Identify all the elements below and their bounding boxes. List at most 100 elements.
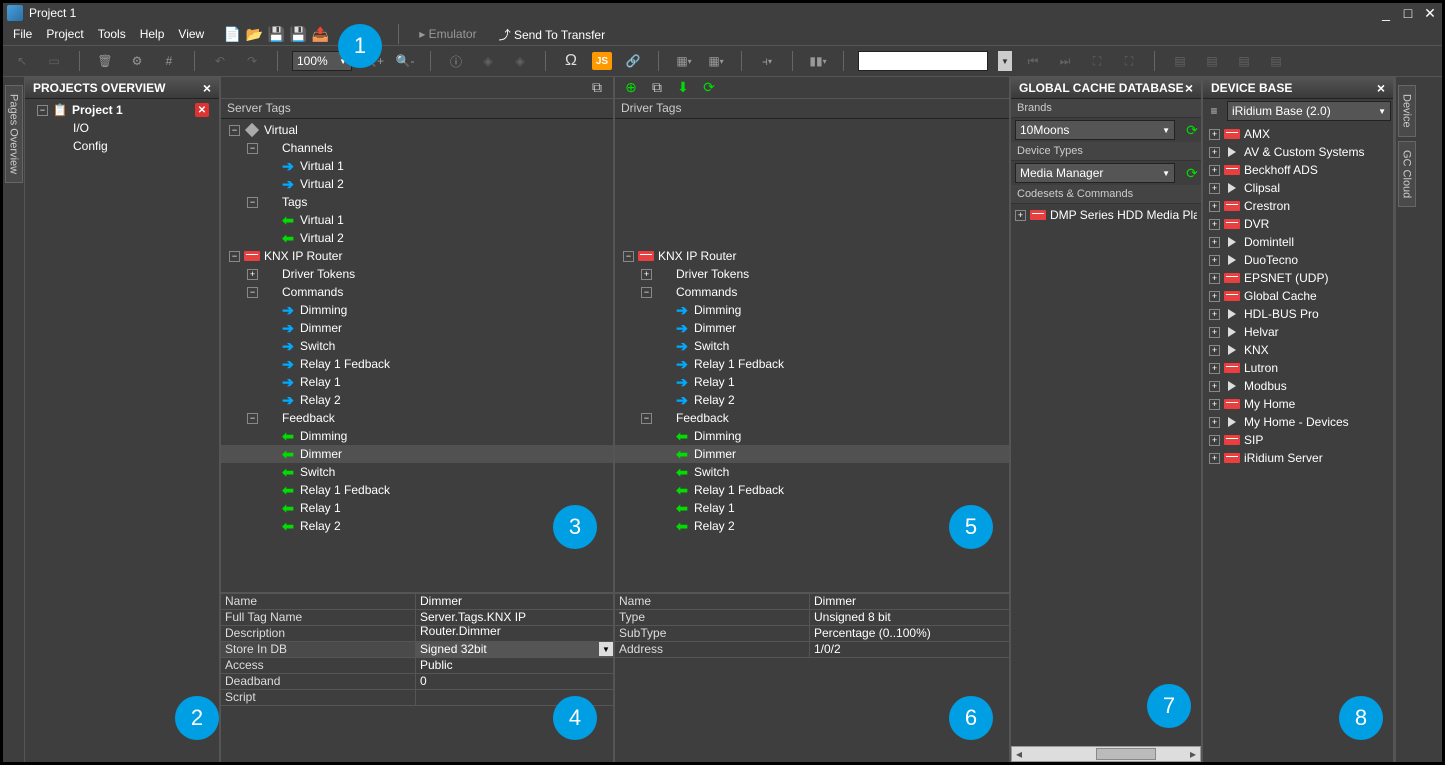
tree-item[interactable]: − Commands	[221, 283, 613, 301]
expand-icon[interactable]: +	[1209, 309, 1220, 320]
tree-item[interactable]: ⬅ Dimming	[615, 427, 1009, 445]
property-row[interactable]: Access Public	[221, 658, 613, 674]
tree-item[interactable]: ➔ Relay 2	[221, 391, 613, 409]
copy-icon[interactable]: ⧉	[647, 78, 667, 98]
tree-item[interactable]: − Commands	[615, 283, 1009, 301]
trash-icon[interactable]: 🗑	[94, 50, 116, 72]
project-remove-icon[interactable]: ✕	[195, 103, 209, 117]
undo-icon[interactable]: ↶	[209, 50, 231, 72]
select-icon[interactable]: ▭	[43, 50, 65, 72]
tree-item[interactable]: + KNX	[1203, 341, 1393, 359]
device-close-icon[interactable]: ×	[1377, 80, 1385, 96]
expand-icon[interactable]: −	[229, 125, 240, 136]
save-icon[interactable]: 💾	[266, 24, 286, 44]
property-value[interactable]: Public	[416, 658, 613, 673]
tree-item[interactable]: ⬅ Relay 1 Fedback	[221, 481, 613, 499]
minimize-button[interactable]: _	[1378, 6, 1394, 20]
tree-item[interactable]: ⬅ Relay 1 Fedback	[615, 481, 1009, 499]
shape2-icon[interactable]: ◈	[509, 50, 531, 72]
gc-scrollbar[interactable]: ◂ ▸	[1011, 746, 1201, 762]
property-value[interactable]: Server.Tags.KNX IP Router.Dimmer	[416, 610, 613, 625]
property-value[interactable]: 1/0/2	[810, 642, 1009, 657]
layout4-icon[interactable]: ▤	[1265, 50, 1287, 72]
device-menu-icon[interactable]: ≡	[1205, 104, 1223, 118]
codeset-item[interactable]: + DMP Series HDD Media Player	[1011, 206, 1201, 224]
tree-item[interactable]: + Beckhoff ADS	[1203, 161, 1393, 179]
expand-icon[interactable]: +	[1209, 363, 1220, 374]
tree-item[interactable]: ➔ Relay 1	[221, 373, 613, 391]
add-icon[interactable]: ⊕	[621, 78, 641, 98]
redo-icon[interactable]: ↷	[241, 50, 263, 72]
expand1-icon[interactable]: ⛶	[1086, 50, 1108, 72]
tab-device[interactable]: Device	[1398, 85, 1416, 137]
tree-item[interactable]: + Domintell	[1203, 233, 1393, 251]
tree-item[interactable]: ➔ Relay 2	[615, 391, 1009, 409]
expand-icon[interactable]: +	[1209, 399, 1220, 410]
property-row[interactable]: Name Dimmer	[221, 594, 613, 610]
tree-item[interactable]: ➔ Switch	[221, 337, 613, 355]
layout1-icon[interactable]: ▤	[1169, 50, 1191, 72]
property-value[interactable]: Unsigned 8 bit	[810, 610, 1009, 625]
menu-help[interactable]: Help	[134, 25, 171, 43]
tree-item[interactable]: ➔ Virtual 2	[221, 175, 613, 193]
tree-item[interactable]: ⬅ Switch	[615, 463, 1009, 481]
close-button[interactable]: ✕	[1422, 6, 1438, 20]
property-value[interactable]: Percentage (0..100%)	[810, 626, 1009, 641]
tree-item[interactable]: + Crestron	[1203, 197, 1393, 215]
project-child-io[interactable]: I/O	[25, 119, 219, 137]
tree-item[interactable]: ⬅ Relay 1	[221, 499, 613, 517]
tree-item[interactable]: ⬅ Dimmer	[221, 445, 613, 463]
expand-icon[interactable]: +	[1015, 210, 1026, 221]
expand-icon[interactable]: +	[1209, 381, 1220, 392]
grid-icon[interactable]: #	[158, 50, 180, 72]
expand-icon[interactable]: +	[1209, 219, 1220, 230]
tree-item[interactable]: + My Home	[1203, 395, 1393, 413]
expand-icon[interactable]: +	[1209, 291, 1220, 302]
expand-icon[interactable]: −	[247, 197, 258, 208]
align2-icon[interactable]: ▦▾	[705, 50, 727, 72]
tree-item[interactable]: − Channels	[221, 139, 613, 157]
align4-icon[interactable]: ▮▮▾	[807, 50, 829, 72]
property-row[interactable]: Script	[221, 690, 613, 706]
property-row[interactable]: Type Unsigned 8 bit	[615, 610, 1009, 626]
tree-item[interactable]: ➔ Relay 1 Fedback	[615, 355, 1009, 373]
gc-brands-select[interactable]: 10Moons▼	[1015, 120, 1175, 140]
property-value[interactable]: Dimmer	[416, 594, 613, 609]
expand2-icon[interactable]: ⛶	[1118, 50, 1140, 72]
expand-icon[interactable]: −	[247, 143, 258, 154]
search-dropdown[interactable]: ▼	[998, 51, 1012, 71]
property-row[interactable]: Deadband 0	[221, 674, 613, 690]
expand-icon[interactable]: +	[247, 269, 258, 280]
expand-icon[interactable]: +	[1209, 417, 1220, 428]
tree-item[interactable]: + Driver Tokens	[615, 265, 1009, 283]
project-root[interactable]: − 📋 Project 1 ✕	[25, 101, 219, 119]
property-value[interactable]: Signed 32bit▼	[416, 642, 613, 657]
nav-first-icon[interactable]: ⏮	[1022, 50, 1044, 72]
tree-item[interactable]: ⬅ Dimming	[221, 427, 613, 445]
gear-icon[interactable]: ⚙	[126, 50, 148, 72]
new-icon[interactable]: 📄	[222, 24, 242, 44]
expand-icon[interactable]: +	[1209, 255, 1220, 266]
expand-icon[interactable]: +	[1209, 129, 1220, 140]
tree-item[interactable]: + Global Cache	[1203, 287, 1393, 305]
expand-icon[interactable]: +	[1209, 327, 1220, 338]
property-value[interactable]	[416, 626, 613, 641]
tree-item[interactable]: ➔ Relay 1 Fedback	[221, 355, 613, 373]
tree-item[interactable]: ➔ Virtual 1	[221, 157, 613, 175]
expand-icon[interactable]: −	[37, 105, 48, 116]
menu-view[interactable]: View	[172, 25, 210, 43]
gc-close-icon[interactable]: ×	[1185, 80, 1193, 96]
open-icon[interactable]: 📂	[244, 24, 264, 44]
property-value[interactable]: Dimmer	[810, 594, 1009, 609]
tree-item[interactable]: ⬅ Relay 1	[615, 499, 1009, 517]
export-icon[interactable]: 📤	[310, 24, 330, 44]
expand-icon[interactable]: +	[1209, 183, 1220, 194]
tree-item[interactable]: ⬅ Virtual 1	[221, 211, 613, 229]
property-row[interactable]: Name Dimmer	[615, 594, 1009, 610]
maximize-button[interactable]: □	[1400, 6, 1416, 20]
scroll-right-icon[interactable]: ▸	[1186, 747, 1200, 761]
emulator-button[interactable]: ▸ Emulator	[413, 25, 482, 43]
tree-item[interactable]: + DVR	[1203, 215, 1393, 233]
tree-item[interactable]: + SIP	[1203, 431, 1393, 449]
align1-icon[interactable]: ▦▾	[673, 50, 695, 72]
